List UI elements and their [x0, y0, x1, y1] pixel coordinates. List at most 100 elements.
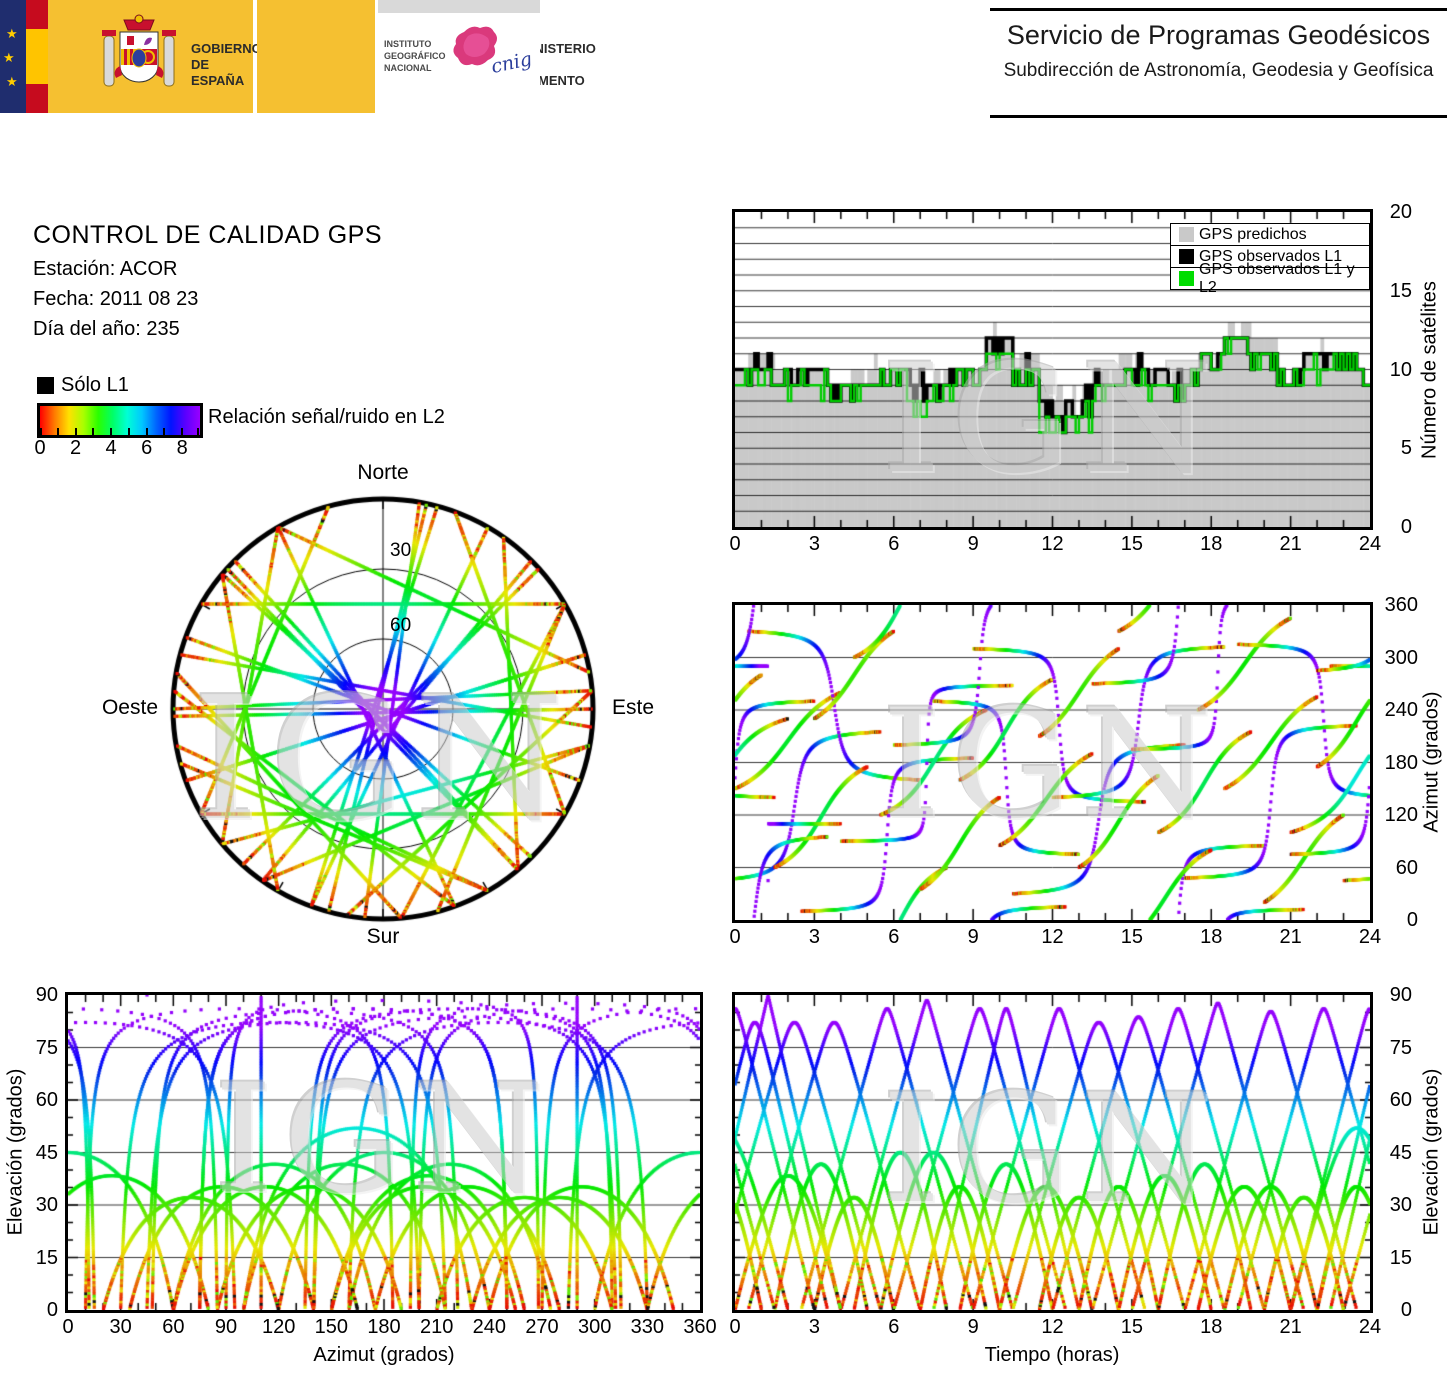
- tick-label: 270: [525, 1316, 559, 1338]
- tick-label: 75: [35, 1036, 58, 1059]
- tick-label: 2: [69, 437, 82, 459]
- tick-label: 15: [1120, 1316, 1143, 1338]
- tick-label: 9: [967, 533, 979, 555]
- tick-label: 0: [729, 926, 741, 948]
- compass-south-label: Sur: [366, 925, 400, 948]
- tick-label: 18: [1200, 926, 1223, 948]
- report-title: CONTROL DE CALIDAD GPS: [33, 221, 383, 249]
- station-line: Estación: ACOR: [33, 258, 178, 280]
- ring-60-label: 60: [390, 615, 412, 636]
- elevation-time-chart-canvas: [732, 992, 1373, 1313]
- tick-label: 90: [214, 1316, 238, 1338]
- elevation-azimuth-chart-canvas: [65, 992, 703, 1313]
- tick-label: 15: [1120, 926, 1143, 948]
- colorbar-tick: [40, 428, 42, 435]
- spain-flag-strip: [26, 0, 48, 113]
- colorbar-tick: [110, 428, 113, 435]
- tick-label: 21: [1279, 533, 1302, 555]
- azimuth-time-chart-canvas: [732, 602, 1373, 923]
- tick-label: 18: [1200, 1316, 1223, 1338]
- colorbar-tick: [92, 428, 95, 435]
- ring-30-label: 30: [390, 540, 412, 561]
- skyplot-canvas: [153, 479, 613, 939]
- snr-colorbar-label: Relación señal/ruido en L2: [208, 406, 445, 428]
- colorbar-tick: [74, 428, 77, 435]
- tick-label: 9: [967, 1316, 979, 1338]
- black-square-icon: [37, 377, 54, 394]
- tick-label: 360: [683, 1316, 717, 1338]
- tick-label: 90: [35, 984, 58, 1006]
- tick-label: 24: [1358, 533, 1382, 555]
- tick-label: 60: [1389, 1089, 1412, 1111]
- tick-label: 9: [967, 926, 979, 948]
- tick-label: 6: [888, 926, 900, 948]
- ministerio-logo-block: MINISTERIO DE FOMENTO: [257, 0, 596, 113]
- elev-right-axis-title: Elevación (grados): [1420, 1068, 1443, 1236]
- colorbar-tick: [127, 428, 130, 435]
- tick-label: 330: [630, 1316, 665, 1338]
- tick-label: 5: [1400, 437, 1412, 460]
- tick-label: 3: [808, 926, 820, 948]
- tick-label: 15: [1120, 533, 1143, 555]
- date-line: Fecha: 2011 08 23: [33, 288, 199, 310]
- legend-row: GPS predichos: [1171, 224, 1369, 245]
- tick-label: 180: [367, 1316, 401, 1338]
- tick-label: 6: [141, 437, 153, 459]
- ign-logo-block: INSTITUTO GEOGRÁFICO NACIONAL cnig: [378, 0, 540, 113]
- tick-label: 0: [729, 1316, 741, 1338]
- tick-label: 0: [34, 437, 46, 459]
- tick-label: 30: [35, 1194, 58, 1216]
- tick-label: 21: [1279, 1316, 1302, 1338]
- tick-label: 12: [1041, 926, 1064, 948]
- tick-label: 30: [109, 1316, 132, 1338]
- elev-left-axis-title: Elevación (grados): [4, 1068, 27, 1236]
- tick-label: 18: [1200, 533, 1223, 555]
- legend-row: GPS observados L1 y L2: [1171, 261, 1369, 296]
- tick-label: 20: [1389, 201, 1412, 223]
- tick-label: 15: [1389, 1246, 1412, 1269]
- tick-label: 15: [1389, 279, 1412, 302]
- tick-label: 45: [35, 1141, 58, 1164]
- tick-label: 8: [176, 437, 188, 459]
- black-swatch-icon: [1179, 249, 1194, 264]
- tick-label: 6: [888, 1316, 900, 1338]
- tick-label: 240: [472, 1316, 507, 1338]
- azimut-x-axis-title: Azimut (grados): [313, 1344, 455, 1366]
- star-icon: ★: [6, 74, 18, 89]
- rule: [990, 8, 1447, 11]
- tick-label: 3: [808, 533, 820, 555]
- tick-label: 180: [1384, 751, 1418, 774]
- tick-label: 75: [1389, 1036, 1412, 1059]
- star-icon: ★: [6, 26, 18, 41]
- doy-line: Día del año: 235: [33, 318, 180, 340]
- azimut-y-axis-title: Azimut (grados): [1420, 691, 1443, 833]
- gray-swatch-icon: [1179, 227, 1194, 242]
- solo-l1-legend: Sólo L1: [37, 374, 129, 397]
- gobierno-label: GOBIERNO DE ESPAÑA: [191, 41, 262, 88]
- tick-label: 15: [35, 1246, 58, 1269]
- tick-label: 4: [105, 437, 117, 459]
- tick-label: 12: [1041, 533, 1064, 555]
- solo-l1-label: Sólo L1: [61, 374, 129, 396]
- flag-red-band: [26, 0, 48, 30]
- tick-label: 60: [35, 1089, 58, 1111]
- tick-label: 360: [1384, 594, 1418, 616]
- tick-label: 12: [1041, 1316, 1064, 1338]
- gps-quality-report-page: ★ ★ ★ GOBIERNO DE ESPAÑA MINISTERIO FOME…: [0, 0, 1447, 1378]
- spain-coat-of-arms-icon: [102, 14, 176, 87]
- compass-east-label: Este: [612, 696, 655, 719]
- gobierno-logo-block: GOBIERNO DE ESPAÑA: [48, 0, 262, 113]
- tick-label: 150: [314, 1316, 349, 1338]
- flag-strip: ★ ★ ★: [0, 0, 26, 113]
- sats-y-axis-title: Número de satélites: [1418, 281, 1441, 459]
- colorbar-tick: [56, 428, 59, 435]
- colorbar-tick: [145, 428, 148, 435]
- tick-label: 300: [577, 1316, 612, 1338]
- tick-label: 6: [888, 533, 900, 555]
- tick-label: 0: [1406, 909, 1418, 931]
- colorbar-tick: [163, 428, 166, 435]
- colorbar-tick: [181, 428, 184, 435]
- sat-chart-legend: GPS predichos GPS observados L1 GPS obse…: [1170, 223, 1370, 296]
- tick-label: 240: [1384, 699, 1418, 721]
- compass-west-label: Oeste: [101, 696, 158, 719]
